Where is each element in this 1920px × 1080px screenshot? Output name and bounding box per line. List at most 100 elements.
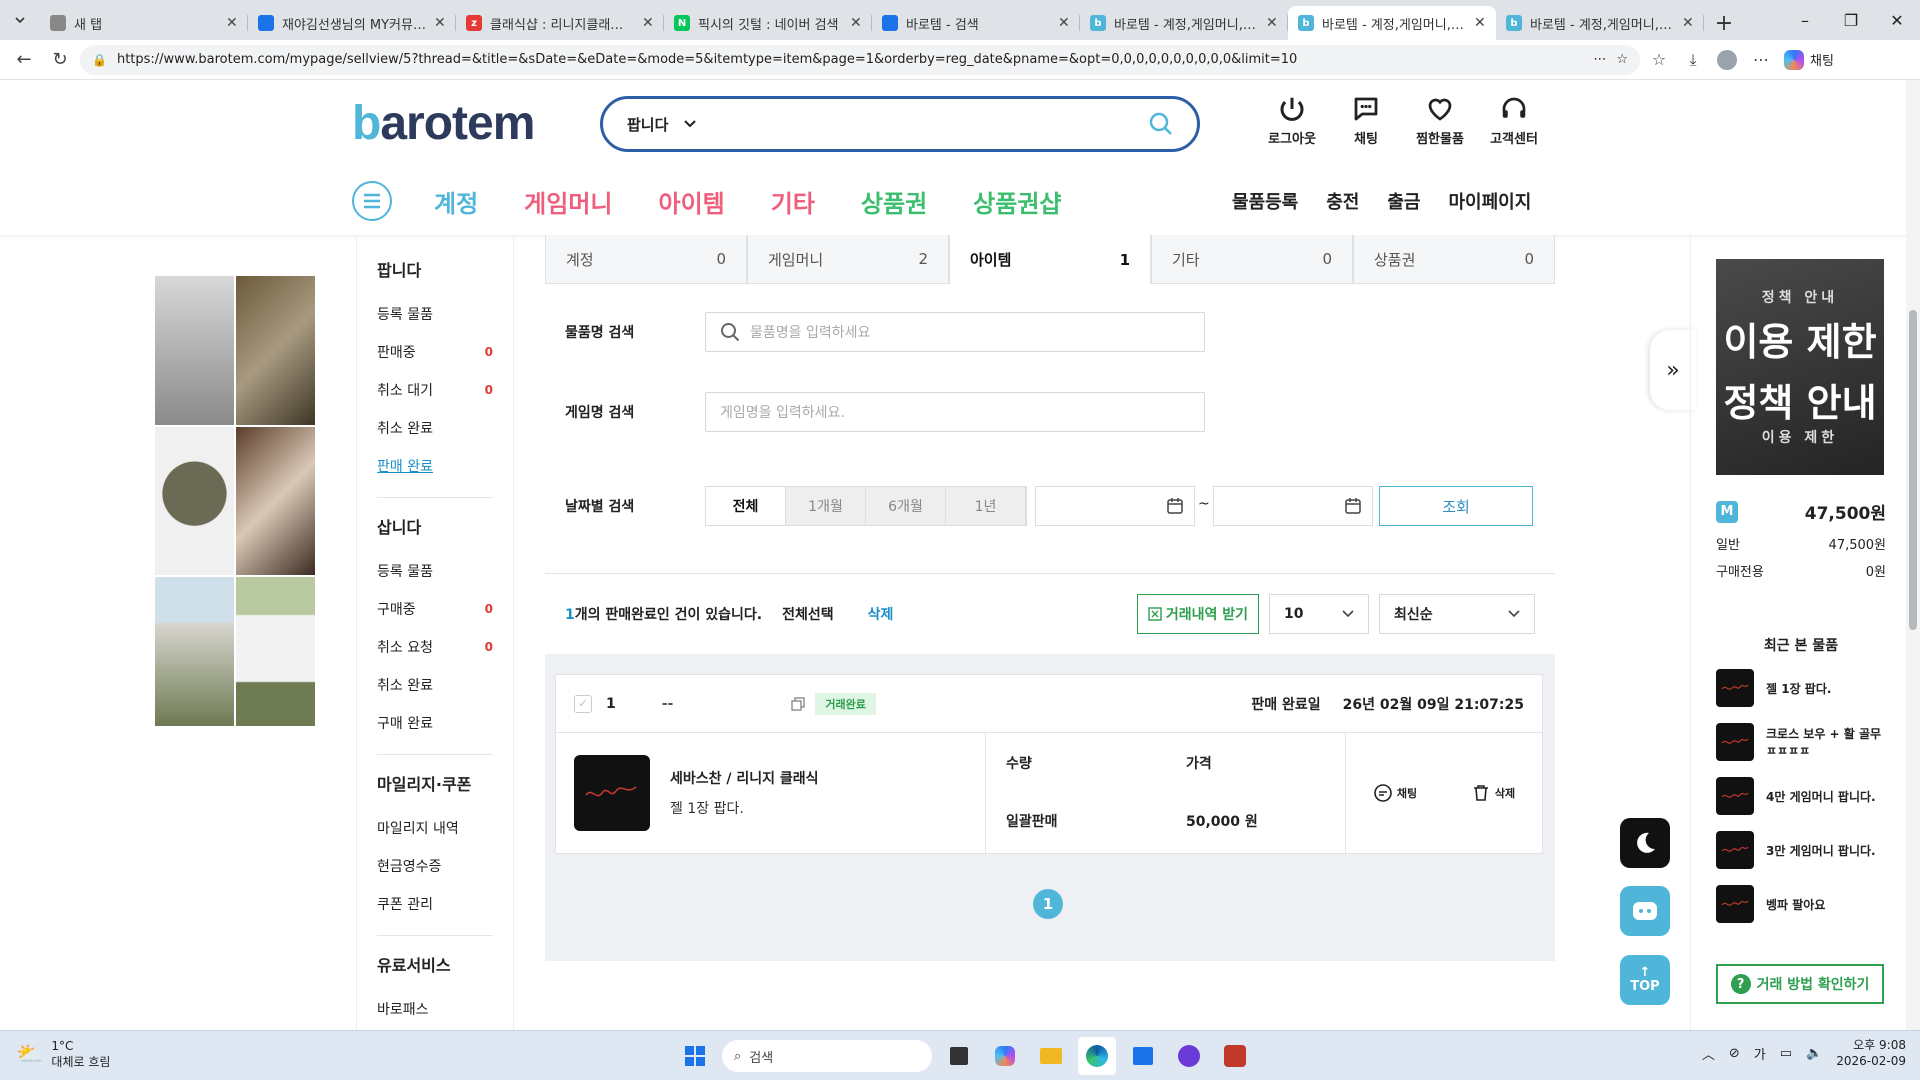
subnav-item[interactable]: 마이페이지	[1449, 188, 1532, 214]
taskbar-search[interactable]: ⌕ 검색	[722, 1040, 932, 1072]
recent-item[interactable]: 3만 게임머니 팝니다.	[1716, 823, 1886, 877]
subnav-item[interactable]: 출금	[1387, 188, 1420, 214]
recent-item[interactable]: 크로스 보우 + 활 골무 ㅍㅍㅍㅍ	[1716, 715, 1886, 769]
app-icon[interactable]	[1170, 1037, 1208, 1075]
side-menu-item[interactable]: 취소 완료	[377, 409, 513, 447]
calendar-icon[interactable]	[1344, 497, 1362, 515]
new-tab-button[interactable]: +	[1704, 6, 1744, 40]
browser-tab[interactable]: 재야김선생님의 MY커뮤니티 ✕	[248, 6, 456, 40]
display-icon[interactable]: ▭	[1780, 1046, 1792, 1061]
edge-icon[interactable]	[1078, 1037, 1116, 1075]
dark-mode-button[interactable]	[1620, 818, 1670, 868]
site-logo[interactable]: barotem	[352, 96, 535, 151]
period-option[interactable]: 6개월	[866, 487, 946, 525]
top-chat-button[interactable]: 채팅	[1342, 94, 1390, 147]
browser-tab[interactable]: b 바로템 - 계정,게임머니,아이 ✕	[1496, 6, 1704, 40]
category-4[interactable]: 기타	[771, 184, 815, 219]
side-menu-item[interactable]: 취소 완료	[377, 666, 513, 704]
browser-tab[interactable]: z 클래식샵 : 리니지클래식-NC ✕	[456, 6, 664, 40]
limit-select[interactable]: 10	[1269, 594, 1369, 634]
clock[interactable]: 오후 9:08 2026-02-09	[1836, 1037, 1906, 1069]
copy-icon[interactable]	[791, 696, 805, 711]
favorites-icon[interactable]: ☆	[1644, 45, 1674, 75]
browser-tab[interactable]: 바로템 - 검색 ✕	[872, 6, 1080, 40]
favorite-star-icon[interactable]: ☆	[1616, 52, 1628, 67]
period-option[interactable]: 1년	[946, 487, 1026, 525]
order-delete-button[interactable]: 삭제	[1471, 783, 1515, 803]
task-view-icon[interactable]	[940, 1037, 978, 1075]
side-menu-item[interactable]: 구매중 0	[377, 590, 513, 628]
weather-widget[interactable]: ⛅ 1°C 대체로 흐림	[16, 1039, 110, 1070]
category-1[interactable]: 계정	[434, 184, 478, 219]
close-window-icon[interactable]: ✕	[1874, 0, 1920, 40]
subnav-item[interactable]: 충전	[1326, 188, 1359, 214]
order-checkbox[interactable]: ✓	[574, 694, 592, 713]
url-field[interactable]: 🔒 https://www.barotem.com/mypage/sellvie…	[80, 44, 1640, 75]
windows-start-icon[interactable]	[676, 1037, 714, 1075]
side-menu-item[interactable]: 마일리지 내역	[377, 809, 513, 847]
item-search-input[interactable]: 물품명을 입력하세요	[705, 312, 1205, 352]
side-menu-item[interactable]: 취소 요청 0	[377, 628, 513, 666]
query-button[interactable]: 조회	[1379, 486, 1533, 526]
game-icon[interactable]	[1216, 1037, 1254, 1075]
side-menu-item[interactable]: 현금영수증	[377, 847, 513, 885]
category-2[interactable]: 게임머니	[524, 184, 612, 219]
site-info-icon[interactable]: 🔒	[92, 53, 107, 67]
sort-select[interactable]: 최신순	[1379, 594, 1535, 634]
side-menu-item[interactable]: 구매 완료	[377, 704, 513, 742]
more-icon[interactable]: ⋯	[1746, 45, 1776, 75]
browser-tab[interactable]: N 픽시의 깃털 : 네이버 검색 ✕	[664, 6, 872, 40]
category-3[interactable]: 아이템	[659, 184, 725, 219]
copilot-icon[interactable]	[986, 1037, 1024, 1075]
recent-item[interactable]: 벵파 팔아요	[1716, 877, 1886, 931]
close-tab-icon[interactable]: ✕	[1058, 15, 1070, 31]
subnav-item[interactable]: 물품등록	[1232, 188, 1298, 214]
recent-item[interactable]: 4만 게임머니 팝니다.	[1716, 769, 1886, 823]
volume-icon[interactable]: 🔈	[1806, 1046, 1822, 1061]
start-date-input[interactable]	[1035, 486, 1195, 526]
chatbot-button[interactable]	[1620, 886, 1670, 936]
download-icon[interactable]: ⤓	[1678, 45, 1708, 75]
category-5[interactable]: 상품권	[861, 184, 927, 219]
close-tab-icon[interactable]: ✕	[1682, 15, 1694, 31]
game-search-input[interactable]: 게임명을 입력하세요.	[705, 392, 1205, 432]
top-headset-button[interactable]: 고객센터	[1490, 94, 1538, 147]
search-type-select[interactable]: 팝니다	[627, 114, 727, 135]
delete-selected-button[interactable]: 삭제	[868, 604, 894, 624]
top-heart-button[interactable]: 찜한물품	[1416, 94, 1464, 147]
tab-3[interactable]: 아이템 1	[949, 235, 1151, 284]
search-icon[interactable]	[1149, 112, 1173, 136]
ime-indicator[interactable]: 가	[1754, 1044, 1766, 1063]
side-menu-item[interactable]: 판매 완료	[377, 447, 513, 485]
close-tab-icon[interactable]: ✕	[642, 15, 654, 31]
policy-ad-banner[interactable]: 정책 안내 이용 제한 정책 안내 이용 제한	[1716, 259, 1884, 475]
how-to-trade-button[interactable]: ? 거래 방법 확인하기	[1716, 964, 1884, 1004]
minimize-icon[interactable]: –	[1782, 0, 1828, 40]
browser-tab[interactable]: b 바로템 - 계정,게임머니,아이 ✕	[1288, 6, 1496, 40]
reload-icon[interactable]: ↻	[44, 44, 76, 76]
order-chat-button[interactable]: 채팅	[1373, 783, 1417, 803]
reader-icon[interactable]: ⋯	[1593, 52, 1606, 67]
close-tab-icon[interactable]: ✕	[226, 15, 238, 31]
select-all-button[interactable]: 전체선택	[782, 604, 834, 624]
chevron-up-icon[interactable]: ︿	[1702, 1044, 1715, 1063]
left-ad-banner[interactable]	[155, 276, 315, 726]
back-icon[interactable]: ←	[8, 44, 40, 76]
side-menu-item[interactable]: 쿠폰 관리	[377, 885, 513, 923]
tab-1[interactable]: 계정 0	[545, 235, 747, 284]
close-tab-icon[interactable]: ✕	[850, 15, 862, 31]
close-tab-icon[interactable]: ✕	[1266, 15, 1278, 31]
page-button-1[interactable]: 1	[1033, 889, 1063, 919]
tab-actions-icon[interactable]	[0, 0, 40, 40]
search-input[interactable]	[727, 115, 1149, 133]
scrollbar-thumb[interactable]	[1909, 310, 1917, 630]
top-power-button[interactable]: 로그아웃	[1268, 94, 1316, 147]
close-tab-icon[interactable]: ✕	[1474, 15, 1486, 31]
network-icon[interactable]: ⊘	[1729, 1046, 1740, 1061]
browser-tab[interactable]: b 바로템 - 계정,게임머니,아이 ✕	[1080, 6, 1288, 40]
side-menu-item[interactable]: 판매중 0	[377, 333, 513, 371]
period-option[interactable]: 전체	[706, 487, 786, 525]
browser-tab[interactable]: 새 탭 ✕	[40, 6, 248, 40]
copilot-chat-button[interactable]: 채팅	[1784, 49, 1834, 70]
menu-icon[interactable]	[352, 181, 392, 221]
